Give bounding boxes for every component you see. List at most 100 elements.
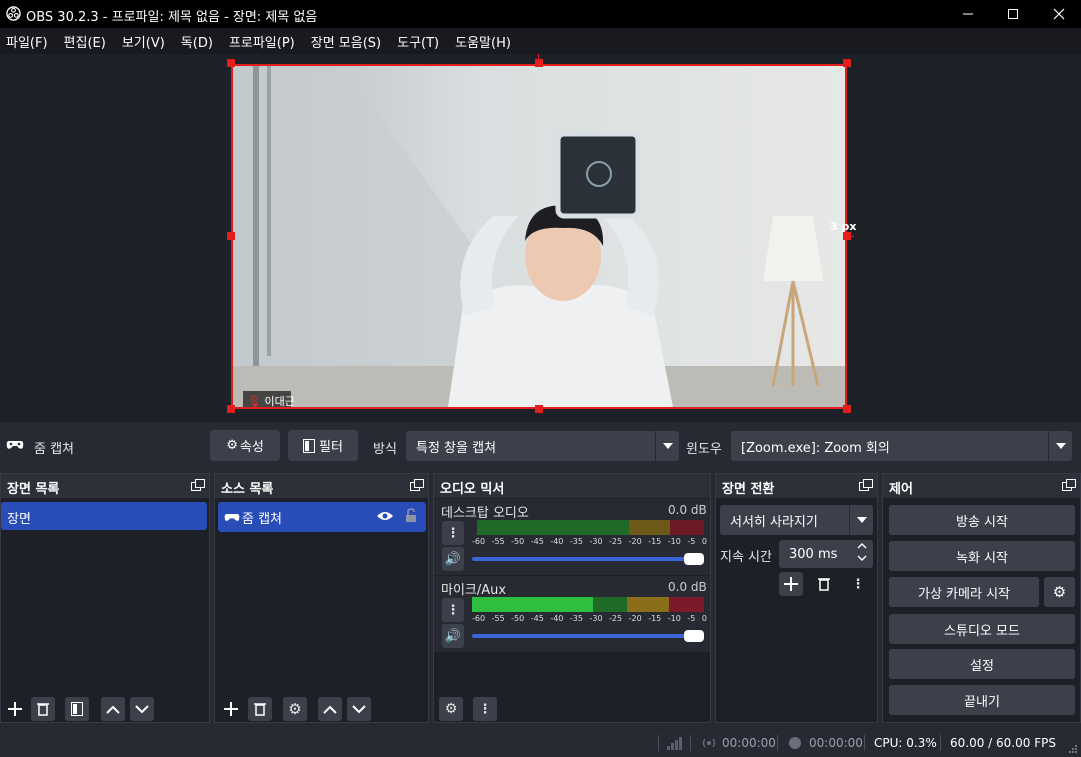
zoom-video-image: [233, 66, 845, 407]
menu-docks[interactable]: 독(D): [175, 32, 219, 51]
undock-icon[interactable]: [859, 479, 873, 491]
move-scene-down-button[interactable]: [130, 697, 154, 721]
scale-tick-label: -55: [491, 537, 505, 546]
transition-type-value: 서서히 사라지기: [730, 514, 818, 530]
volume-slider[interactable]: [472, 557, 702, 561]
add-source-button[interactable]: [219, 697, 243, 721]
settings-button[interactable]: 설정: [889, 649, 1075, 679]
volume-slider[interactable]: [472, 634, 702, 638]
speaker-icon: 🔊: [444, 628, 462, 644]
network-signal-icon: [667, 736, 683, 750]
undock-icon[interactable]: [1062, 479, 1076, 491]
window-value: [Zoom.exe]: Zoom 회의: [741, 440, 890, 456]
kebab-menu-icon: ⋮: [478, 701, 492, 717]
obs-logo-icon: [6, 6, 21, 21]
scale-tick-label: -45: [530, 537, 544, 546]
preview-canvas[interactable]: 🎙 이대근: [231, 64, 847, 409]
move-source-up-button[interactable]: [318, 697, 342, 721]
scale-tick-label: -55: [491, 614, 505, 623]
remove-scene-button[interactable]: [31, 697, 55, 721]
exit-button[interactable]: 끝내기: [889, 685, 1075, 715]
capture-method-value: 특정 창을 캡쳐: [416, 440, 497, 456]
scale-tick-label: -25: [609, 614, 623, 623]
transitions-dock-title: 장면 전환: [716, 474, 877, 498]
title-bar: OBS 30.2.3 - 프로파일: 제목 없음 - 장면: 제목 없음: [0, 0, 1081, 28]
resize-handle-bottom[interactable]: [535, 405, 543, 413]
undock-icon[interactable]: [191, 479, 205, 491]
minimize-button[interactable]: [945, 0, 991, 28]
source-properties-button[interactable]: ⚙: [283, 697, 307, 721]
lock-icon[interactable]: [405, 508, 417, 523]
transition-menu-button[interactable]: ⋮: [846, 572, 870, 596]
source-item[interactable]: 줌 캡쳐: [218, 502, 426, 532]
move-scene-up-button[interactable]: [101, 697, 125, 721]
resize-handle-top-left[interactable]: [227, 59, 235, 67]
duration-spinbox[interactable]: 300 ms: [779, 540, 873, 568]
resize-handle-left[interactable]: [227, 232, 235, 240]
audio-menu-button[interactable]: ⋮: [442, 598, 464, 622]
mute-button[interactable]: 🔊: [442, 547, 464, 571]
scale-tick-label: 0: [701, 537, 707, 546]
menu-profile[interactable]: 프로파일(P): [223, 32, 301, 51]
start-virtual-camera-button[interactable]: 가상 카메라 시작: [889, 577, 1039, 607]
remove-transition-button[interactable]: [812, 572, 836, 596]
chevron-down-icon[interactable]: [857, 555, 867, 562]
menu-bar: 파일(F) 편집(E) 보기(V) 독(D) 프로파일(P) 장면 모음(S) …: [0, 28, 1081, 54]
kebab-menu-icon: ⋮: [446, 602, 460, 618]
filters-button[interactable]: 필터: [288, 430, 358, 461]
chevron-up-icon[interactable]: [857, 542, 867, 549]
volume-slider-knob[interactable]: [684, 553, 704, 565]
mute-button[interactable]: 🔊: [442, 624, 464, 648]
menu-file[interactable]: 파일(F): [0, 32, 54, 51]
status-separator: [658, 735, 659, 751]
window-select[interactable]: [Zoom.exe]: Zoom 회의: [731, 431, 1072, 461]
menu-view[interactable]: 보기(V): [116, 32, 171, 51]
resize-handle-top[interactable]: [535, 59, 543, 67]
record-time: 00:00:00: [809, 736, 863, 750]
virtual-camera-settings-button[interactable]: ⚙: [1044, 577, 1075, 607]
capture-method-select[interactable]: 특정 창을 캡쳐: [406, 431, 679, 461]
scenes-dock-title: 장면 목록: [1, 474, 209, 498]
scale-tick-label: -10: [667, 537, 681, 546]
filter-icon: [303, 438, 316, 453]
transition-type-select[interactable]: 서서히 사라지기: [720, 505, 873, 535]
scene-item-label: 장면: [7, 512, 31, 527]
sources-dock: 소스 목록 줌 캡쳐 ⚙: [214, 473, 429, 723]
properties-button[interactable]: ⚙ 속성: [210, 430, 280, 461]
scene-filters-button[interactable]: [65, 697, 89, 721]
move-source-down-button[interactable]: [347, 697, 371, 721]
resize-handle-bottom-left[interactable]: [227, 405, 235, 413]
remove-source-button[interactable]: [248, 697, 272, 721]
menu-edit[interactable]: 편집(E): [58, 32, 112, 51]
streaming-status-icon: [702, 737, 716, 749]
add-transition-button[interactable]: [779, 572, 803, 596]
meter-scale: -60 -55 -50 -45 -40 -35 -30 -25 -20 -15 -10 -5 0: [472, 614, 707, 623]
audio-channel-name: 데스크탑 오디오: [441, 506, 529, 521]
close-button[interactable]: [1036, 0, 1081, 28]
resize-grip-icon[interactable]: [1068, 744, 1078, 754]
kebab-menu-icon: ⋮: [446, 525, 460, 541]
controls-title: 제어: [889, 482, 913, 497]
scale-tick-label: -60: [472, 537, 486, 546]
add-scene-button[interactable]: [3, 697, 27, 721]
menu-scene-collection[interactable]: 장면 모음(S): [305, 32, 387, 51]
start-streaming-button[interactable]: 방송 시작: [889, 505, 1075, 535]
undock-icon[interactable]: [410, 479, 424, 491]
mixer-menu-button[interactable]: ⋮: [473, 697, 497, 721]
volume-slider-knob[interactable]: [684, 630, 704, 642]
properties-label: 속성: [239, 440, 264, 455]
eye-visibility-icon[interactable]: [376, 510, 394, 522]
studio-mode-button[interactable]: 스튜디오 모드: [889, 614, 1075, 644]
controls-dock: 제어 방송 시작 녹화 시작 가상 카메라 시작 ⚙ 스튜디오 모드 설정 끝내…: [882, 473, 1081, 723]
window-label: 윈도우: [686, 442, 722, 457]
menu-tools[interactable]: 도구(T): [391, 32, 445, 51]
menu-help[interactable]: 도움말(H): [449, 32, 517, 51]
resize-handle-bottom-right[interactable]: [843, 405, 851, 413]
audio-menu-button[interactable]: ⋮: [442, 521, 464, 545]
advanced-audio-button[interactable]: ⚙: [439, 697, 463, 721]
maximize-button[interactable]: [990, 0, 1036, 28]
scene-item[interactable]: 장면: [1, 502, 207, 530]
resize-handle-top-right[interactable]: [843, 59, 851, 67]
muted-mic-icon: 🎙: [247, 395, 261, 408]
start-recording-button[interactable]: 녹화 시작: [889, 541, 1075, 571]
